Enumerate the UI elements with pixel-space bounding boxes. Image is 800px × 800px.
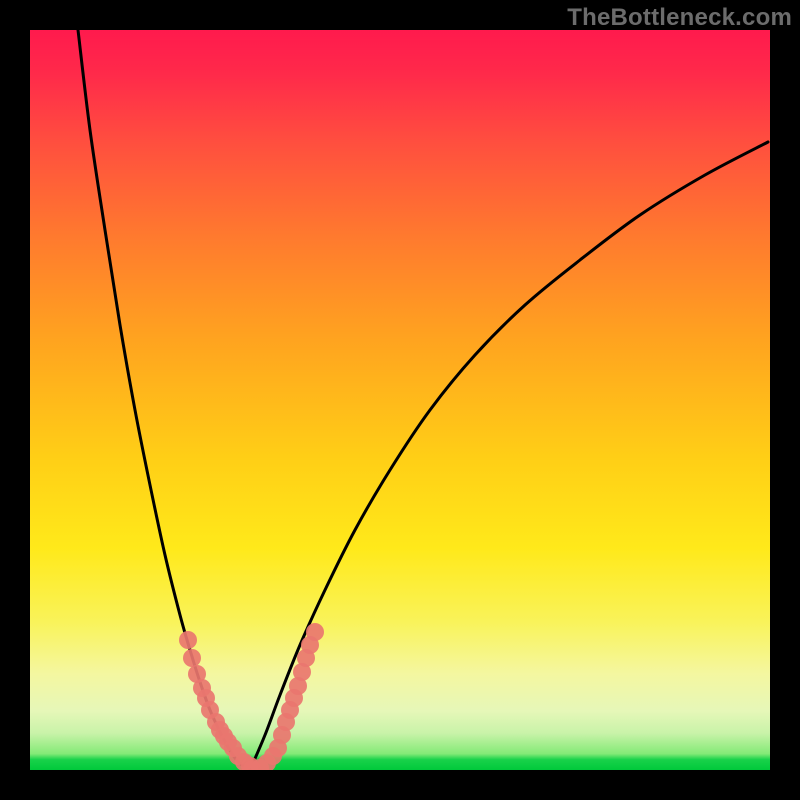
marker-dot (306, 623, 324, 641)
curve-curve-left (78, 30, 250, 770)
plot-area (30, 30, 770, 770)
marker-dot (179, 631, 197, 649)
curve-layer (78, 30, 768, 770)
curve-curve-right (250, 142, 768, 770)
marker-layer (179, 623, 324, 770)
watermark-text: TheBottleneck.com (567, 4, 792, 32)
marker-dot (183, 649, 201, 667)
chart-frame: TheBottleneck.com (0, 0, 800, 800)
chart-svg (30, 30, 770, 770)
